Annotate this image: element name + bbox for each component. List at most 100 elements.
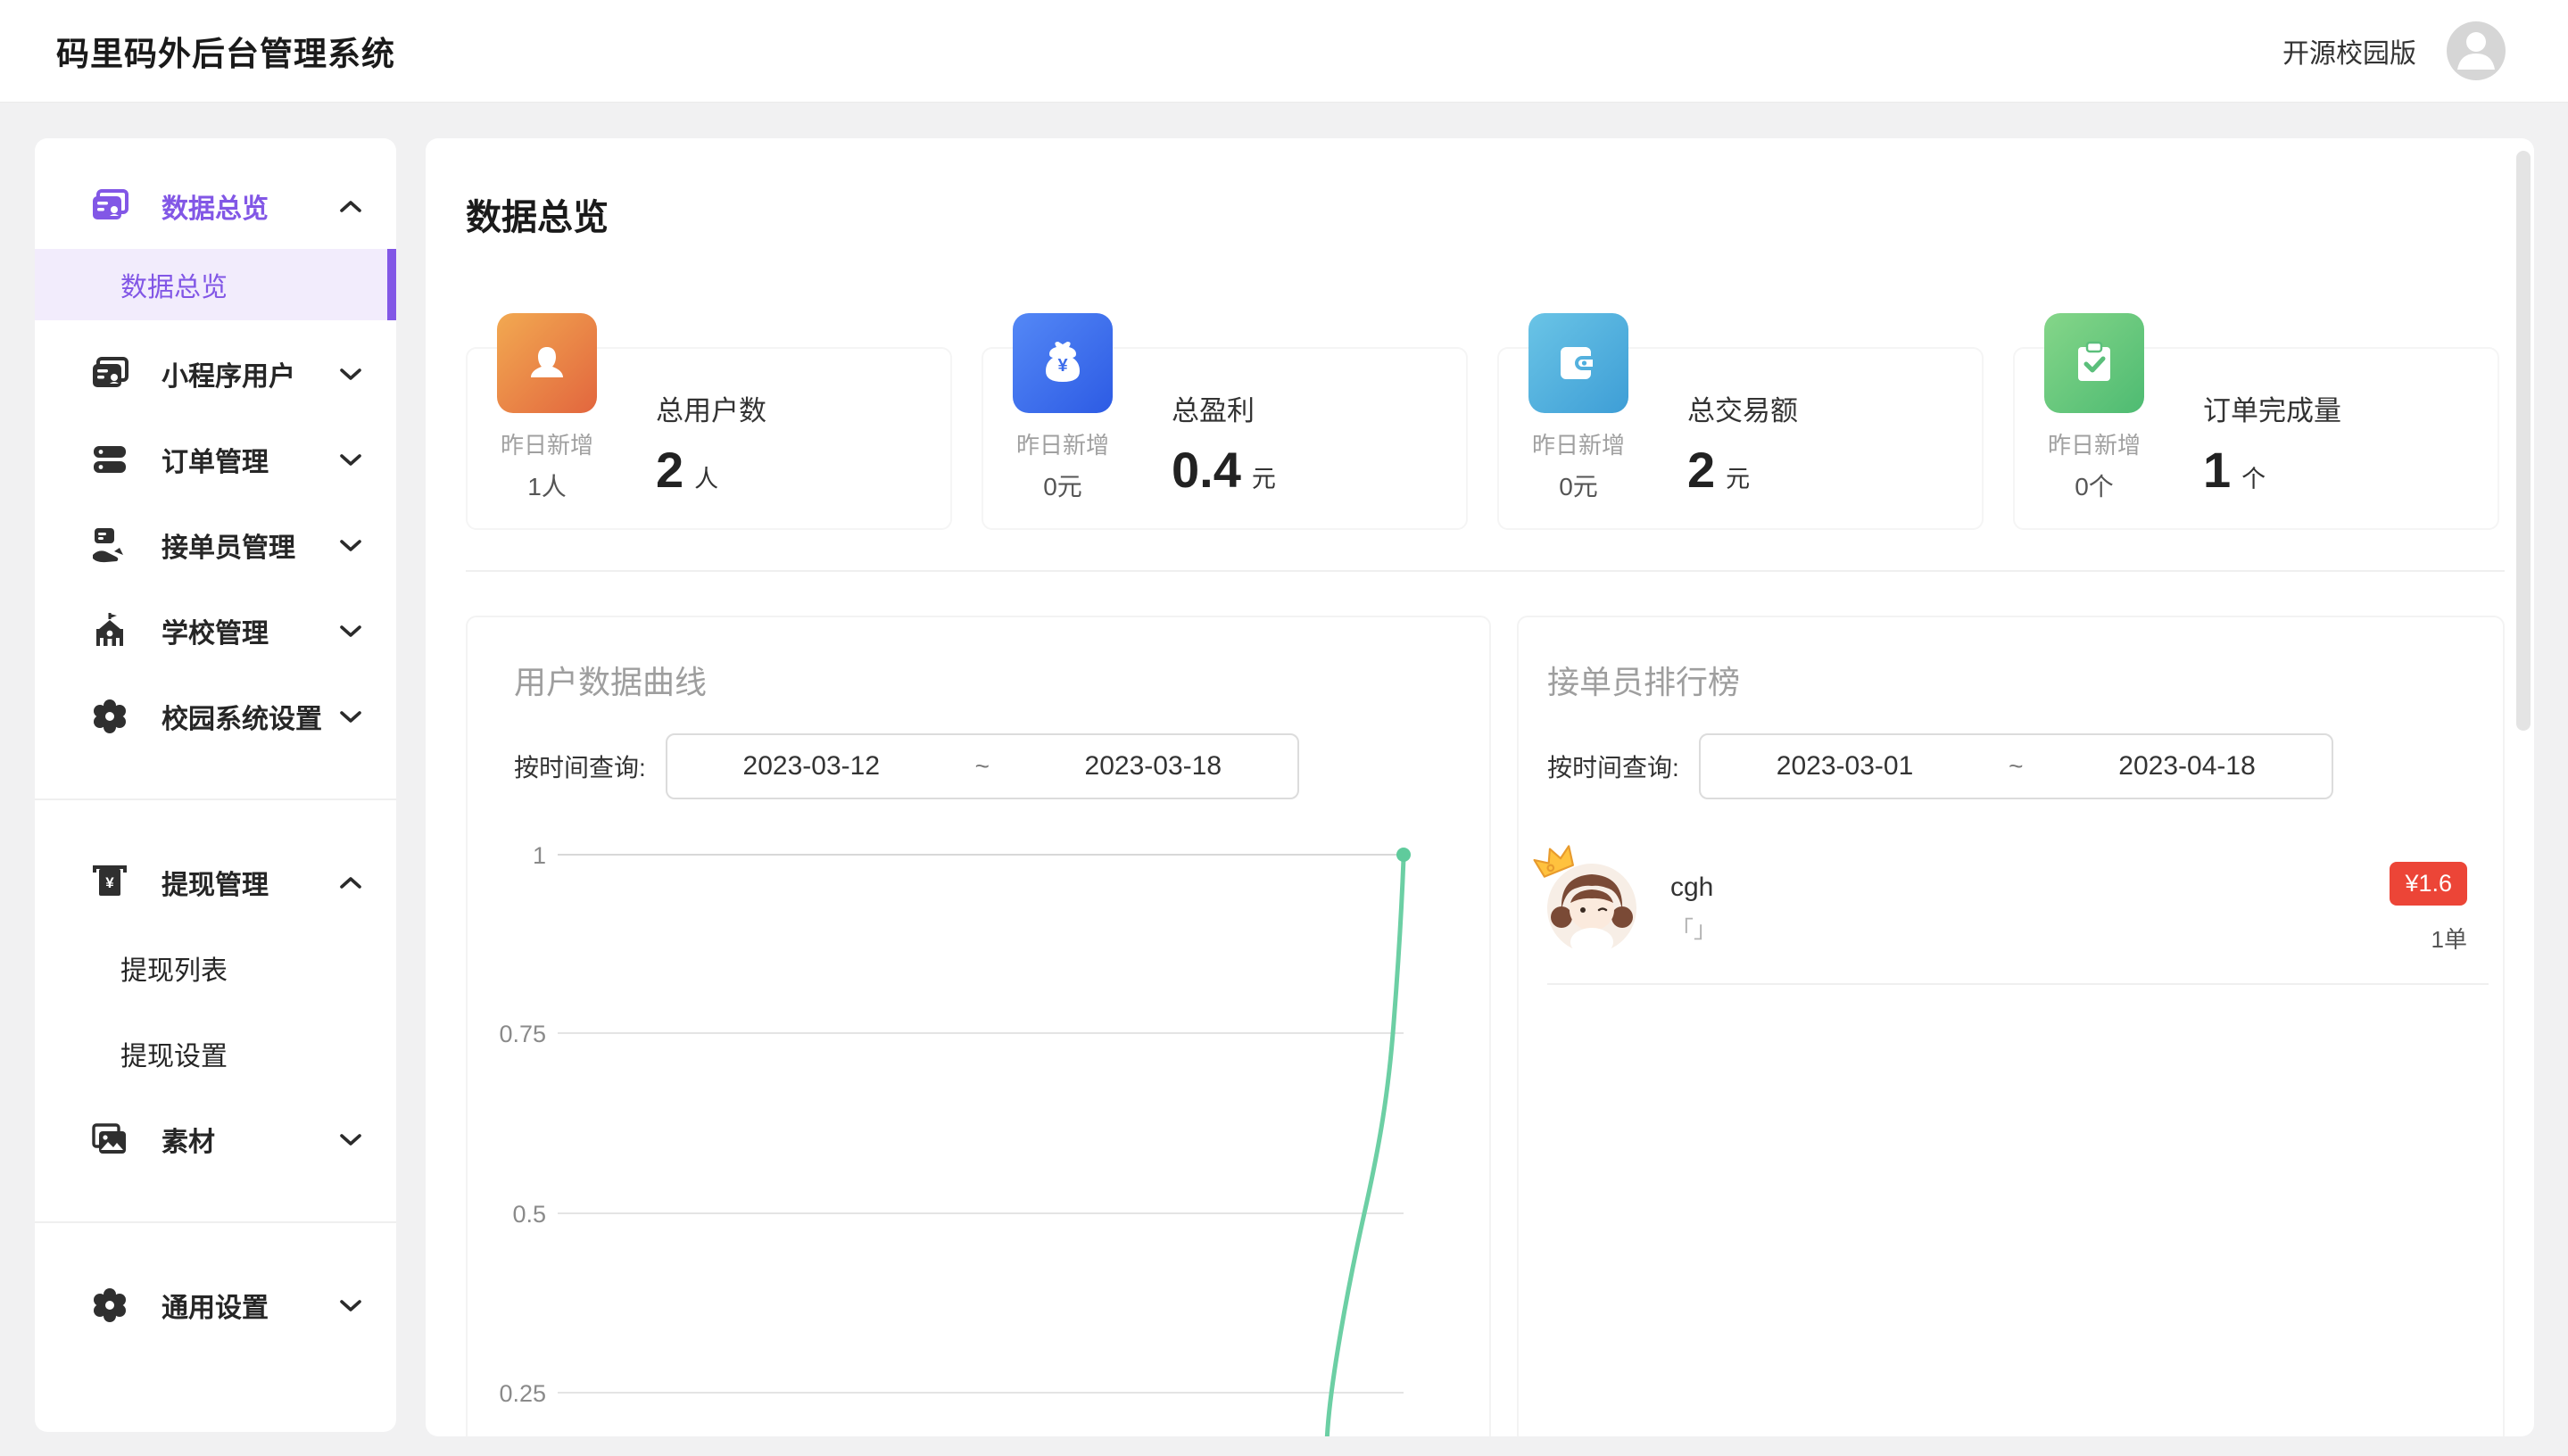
chevron-down-icon <box>339 367 362 381</box>
yesterday-label: 昨日新增 <box>983 427 1142 460</box>
yesterday-value: 0元 <box>983 467 1142 503</box>
user-icon <box>497 313 597 413</box>
sidebar-item-label: 小程序用户 <box>162 354 295 393</box>
stat-unit: 人 <box>694 459 718 494</box>
school-icon <box>88 609 131 652</box>
app-header: 码里码外后台管理系统 开源校园版 <box>0 0 2568 103</box>
id-cards-icon <box>88 352 131 395</box>
rank-note: 「」 <box>1670 912 1717 945</box>
moneybag-icon: ¥ <box>1013 313 1113 413</box>
yesterday-value: 0个 <box>2015 467 2174 503</box>
section-divider <box>466 570 2505 572</box>
chevron-down-icon <box>339 452 362 467</box>
stat-label: 订单完成量 <box>2203 388 2341 428</box>
svg-text:¥: ¥ <box>105 874 114 891</box>
stat-unit: 元 <box>1252 459 1276 494</box>
sidebar-item-overview[interactable]: 数据总览 <box>35 163 396 249</box>
chevron-down-icon <box>339 1132 362 1146</box>
sidebar-item-schools[interactable]: 学校管理 <box>35 588 396 674</box>
sidebar-divider <box>35 1221 396 1223</box>
app-title: 码里码外后台管理系统 <box>56 27 395 75</box>
rank-name: cgh <box>1670 873 1717 903</box>
panel-title: 用户数据曲线 <box>514 657 1489 703</box>
gear-icon <box>88 695 131 738</box>
sidebar-item-label: 数据总览 <box>162 186 269 226</box>
sidebar-item-mini-program-users[interactable]: 小程序用户 <box>35 331 396 417</box>
sidebar: 数据总览 数据总览 小程序用户 订单管理 接单员管理 <box>35 138 396 1432</box>
sidebar-subitem-withdraw-list[interactable]: 提现列表 <box>35 925 396 1011</box>
ranking-panel: 接单员排行榜 按时间查询: 2023-03-01 ~ 2023-04-18 <box>1517 616 2505 1436</box>
chevron-down-icon <box>339 624 362 638</box>
cash-withdraw-icon: ¥ <box>88 861 131 904</box>
end-date: 2023-04-18 <box>2042 751 2332 782</box>
date-range-picker[interactable]: 2023-03-12 ~ 2023-03-18 <box>666 733 1299 799</box>
rank-avatar <box>1547 864 1636 953</box>
user-chart-panel: 用户数据曲线 按时间查询: 2023-03-12 ~ 2023-03-18 1 … <box>466 616 1491 1436</box>
sidebar-subitem-label: 提现设置 <box>120 1034 228 1073</box>
date-range-picker[interactable]: 2023-03-01 ~ 2023-04-18 <box>1699 733 2333 799</box>
stat-value: 2 <box>656 441 683 499</box>
date-query-label: 按时间查询: <box>514 749 646 784</box>
sidebar-item-takers[interactable]: 接单员管理 <box>35 502 396 588</box>
yesterday-value: 0元 <box>1499 467 1658 503</box>
active-indicator-bar <box>387 249 396 320</box>
server-stack-icon <box>88 438 131 481</box>
stat-card-total-transactions: 昨日新增 0元 总交易额 2 元 <box>1497 347 1984 530</box>
chevron-down-icon <box>339 538 362 552</box>
svg-text:¥: ¥ <box>1057 356 1068 376</box>
sidebar-item-general-settings[interactable]: 通用设置 <box>35 1262 396 1348</box>
scrollbar-thumb[interactable] <box>2516 151 2531 731</box>
edition-label: 开源校园版 <box>2282 31 2416 70</box>
rank-item-divider <box>1547 983 2489 985</box>
wallet-icon <box>1528 313 1628 413</box>
sidebar-item-label: 素材 <box>162 1120 215 1159</box>
sidebar-subitem-withdraw-settings[interactable]: 提现设置 <box>35 1011 396 1096</box>
y-tick: 0.5 <box>512 1201 546 1228</box>
start-date: 2023-03-12 <box>667 751 956 782</box>
stat-label: 总盈利 <box>1172 388 1276 428</box>
sidebar-item-label: 提现管理 <box>162 863 269 902</box>
stat-card-orders-completed: 昨日新增 0个 订单完成量 1 个 <box>2013 347 2499 530</box>
series-line <box>1327 858 1404 1436</box>
chevron-up-icon <box>339 875 362 889</box>
stat-value: 2 <box>1687 441 1715 499</box>
sidebar-divider <box>35 798 396 800</box>
sidebar-item-withdraw[interactable]: ¥ 提现管理 <box>35 840 396 925</box>
yesterday-label: 昨日新增 <box>1499 427 1658 460</box>
date-query-label: 按时间查询: <box>1547 749 1679 784</box>
yesterday-label: 昨日新增 <box>2015 427 2174 460</box>
hand-card-icon <box>88 524 131 567</box>
sidebar-item-materials[interactable]: 素材 <box>35 1096 396 1182</box>
sidebar-subitem-overview[interactable]: 数据总览 <box>35 249 396 320</box>
stat-unit: 个 <box>2241 459 2266 494</box>
start-date: 2023-03-01 <box>1701 751 1990 782</box>
y-tick: 1 <box>533 842 546 869</box>
chevron-down-icon <box>339 1298 362 1312</box>
sidebar-item-label: 通用设置 <box>162 1286 269 1325</box>
image-icon <box>88 1118 131 1161</box>
rank-list-item: cgh 「」 ¥1.6 1单 <box>1547 862 2467 955</box>
sidebar-item-orders[interactable]: 订单管理 <box>35 417 396 502</box>
sidebar-subitem-label: 数据总览 <box>120 265 228 304</box>
order-count: 1单 <box>2390 922 2467 955</box>
stat-card-total-users: 昨日新增 1人 总用户数 2 人 <box>466 347 952 530</box>
person-icon <box>2447 21 2506 80</box>
id-cards-icon <box>88 185 131 228</box>
stat-card-total-profit: ¥ 昨日新增 0元 总盈利 0.4 元 <box>982 347 1468 530</box>
user-avatar[interactable] <box>2447 21 2506 80</box>
gear-icon <box>88 1284 131 1327</box>
y-tick: 0.25 <box>499 1380 546 1407</box>
yesterday-label: 昨日新增 <box>468 427 626 460</box>
data-point-dot <box>1396 848 1411 862</box>
end-date: 2023-03-18 <box>1009 751 1297 782</box>
sidebar-item-campus-settings[interactable]: 校园系统设置 <box>35 674 396 759</box>
stat-cards-row: 昨日新增 1人 总用户数 2 人 ¥ 昨日新增 0元 总盈利 <box>466 347 2499 530</box>
stat-unit: 元 <box>1726 459 1750 494</box>
sidebar-item-label: 学校管理 <box>162 611 269 650</box>
chevron-up-icon <box>339 199 362 213</box>
amount-badge: ¥1.6 <box>2390 862 2467 906</box>
date-separator: ~ <box>1989 752 2042 781</box>
panel-title: 接单员排行榜 <box>1547 657 2503 703</box>
date-separator: ~ <box>956 752 1009 781</box>
sidebar-item-label: 校园系统设置 <box>162 697 322 736</box>
